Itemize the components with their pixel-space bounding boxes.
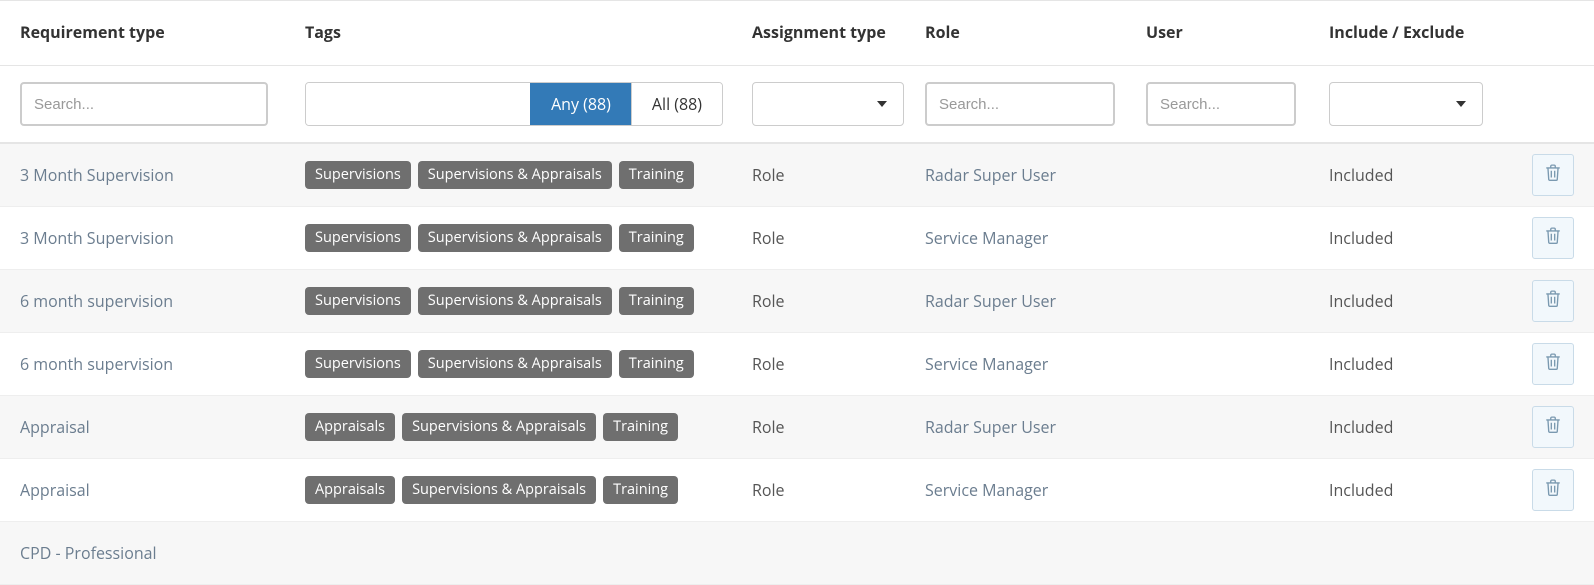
include-exclude-cell: Included bbox=[1329, 353, 1504, 375]
tag-pill: Training bbox=[619, 161, 694, 188]
requirement-type-link[interactable]: 6 month supervision bbox=[20, 353, 173, 375]
include-exclude-cell: Included bbox=[1329, 416, 1504, 438]
tags-search-input[interactable] bbox=[306, 83, 530, 125]
user-search-input[interactable] bbox=[1146, 82, 1296, 126]
tags-cell: Supervisions Supervisions & Appraisals Tra… bbox=[305, 350, 752, 377]
tag-pill: Supervisions bbox=[305, 350, 411, 377]
tag-pill: Supervisions & Appraisals bbox=[418, 287, 612, 314]
assignment-type-cell: Role bbox=[752, 290, 925, 312]
requirement-type-link[interactable]: Appraisal bbox=[20, 416, 90, 438]
include-exclude-cell: Included bbox=[1329, 164, 1504, 186]
table-header-row: Requirement type Tags Assignment type Ro… bbox=[0, 1, 1594, 66]
table-row: 3 Month SupervisionSupervisionsSupervisi… bbox=[0, 207, 1594, 270]
col-requirement-type: Requirement type bbox=[20, 21, 305, 43]
role-link[interactable]: Service Manager bbox=[925, 227, 1048, 249]
role-search-input[interactable] bbox=[925, 82, 1115, 126]
table-row: 6 month supervisionSupervisionsSupervisi… bbox=[0, 270, 1594, 333]
assignment-type-cell: Role bbox=[752, 164, 925, 186]
role-link[interactable]: Radar Super User bbox=[925, 164, 1056, 186]
requirement-type-link[interactable]: CPD - Professional bbox=[20, 542, 157, 564]
include-exclude-cell: Included bbox=[1329, 479, 1504, 501]
tag-pill: Supervisions & Appraisals bbox=[402, 413, 596, 440]
trash-icon bbox=[1545, 164, 1561, 187]
table-filter-row: Any (88) All (88) bbox=[0, 66, 1594, 144]
role-link[interactable]: Service Manager bbox=[925, 479, 1048, 501]
requirements-table: Requirement type Tags Assignment type Ro… bbox=[0, 0, 1594, 585]
delete-button[interactable] bbox=[1532, 280, 1574, 322]
tags-cell: Supervisions Supervisions & Appraisals Tra… bbox=[305, 161, 752, 188]
assignment-type-select[interactable] bbox=[752, 82, 904, 126]
col-assignment-type: Assignment type bbox=[752, 21, 925, 43]
tags-any-button[interactable]: Any (88) bbox=[530, 83, 631, 125]
requirement-type-link[interactable]: 3 Month Supervision bbox=[20, 227, 174, 249]
delete-button[interactable] bbox=[1532, 154, 1574, 196]
col-role: Role bbox=[925, 21, 1146, 43]
tags-filter-group: Any (88) All (88) bbox=[305, 82, 723, 126]
tag-pill: Training bbox=[603, 476, 678, 503]
requirement-type-link[interactable]: 6 month supervision bbox=[20, 290, 173, 312]
tags-cell: Supervisions Supervisions & Appraisals Tra… bbox=[305, 287, 752, 314]
chevron-down-icon bbox=[1456, 101, 1466, 107]
table-row: Appraisal Appraisals Supervisions & Apprai… bbox=[0, 396, 1594, 459]
requirement-type-link[interactable]: 3 Month Supervision bbox=[20, 164, 174, 186]
tags-cell: Appraisals Supervisions & Appraisals Train… bbox=[305, 476, 752, 503]
table-row: Appraisal Appraisals Supervisions & Apprai… bbox=[0, 459, 1594, 522]
role-link[interactable]: Radar Super User bbox=[925, 290, 1056, 312]
role-link[interactable]: Service Manager bbox=[925, 353, 1048, 375]
delete-button[interactable] bbox=[1532, 217, 1574, 259]
table-row: CPD - Professional bbox=[0, 522, 1594, 585]
tag-pill: Supervisions bbox=[305, 287, 411, 314]
tag-pill: Supervisions bbox=[305, 224, 411, 251]
tag-pill: Supervisions & Appraisals bbox=[418, 350, 612, 377]
col-tags: Tags bbox=[305, 21, 752, 43]
table-row: 6 month supervisionSupervisionsSupervisi… bbox=[0, 333, 1594, 396]
include-exclude-select[interactable] bbox=[1329, 82, 1483, 126]
assignment-type-cell: Role bbox=[752, 416, 925, 438]
tag-pill: Supervisions & Appraisals bbox=[418, 224, 612, 251]
tag-pill: Supervisions & Appraisals bbox=[402, 476, 596, 503]
tags-cell: Appraisals Supervisions & Appraisals Train… bbox=[305, 413, 752, 440]
trash-icon bbox=[1545, 416, 1561, 439]
trash-icon bbox=[1545, 290, 1561, 313]
delete-button[interactable] bbox=[1532, 406, 1574, 448]
requirement-type-link[interactable]: Appraisal bbox=[20, 479, 90, 501]
col-user: User bbox=[1146, 21, 1329, 43]
tag-pill: Appraisals bbox=[305, 413, 395, 440]
tags-cell: Supervisions Supervisions & Appraisals Tra… bbox=[305, 224, 752, 251]
chevron-down-icon bbox=[877, 101, 887, 107]
delete-button[interactable] bbox=[1532, 343, 1574, 385]
assignment-type-cell: Role bbox=[752, 227, 925, 249]
tag-pill: Supervisions bbox=[305, 161, 411, 188]
tags-all-button[interactable]: All (88) bbox=[631, 83, 722, 125]
trash-icon bbox=[1545, 353, 1561, 376]
tag-pill: Supervisions & Appraisals bbox=[418, 161, 612, 188]
tag-pill: Training bbox=[619, 224, 694, 251]
trash-icon bbox=[1545, 479, 1561, 502]
tag-pill: Training bbox=[603, 413, 678, 440]
include-exclude-cell: Included bbox=[1329, 227, 1504, 249]
tag-pill: Appraisals bbox=[305, 476, 395, 503]
tag-pill: Training bbox=[619, 350, 694, 377]
tag-pill: Training bbox=[619, 287, 694, 314]
table-row: 3 Month SupervisionSupervisionsSupervisi… bbox=[0, 144, 1594, 207]
assignment-type-cell: Role bbox=[752, 353, 925, 375]
col-include-exclude: Include / Exclude bbox=[1329, 21, 1504, 43]
trash-icon bbox=[1545, 227, 1561, 250]
include-exclude-cell: Included bbox=[1329, 290, 1504, 312]
assignment-type-cell: Role bbox=[752, 479, 925, 501]
role-link[interactable]: Radar Super User bbox=[925, 416, 1056, 438]
requirement-type-search-input[interactable] bbox=[20, 82, 268, 126]
delete-button[interactable] bbox=[1532, 469, 1574, 511]
